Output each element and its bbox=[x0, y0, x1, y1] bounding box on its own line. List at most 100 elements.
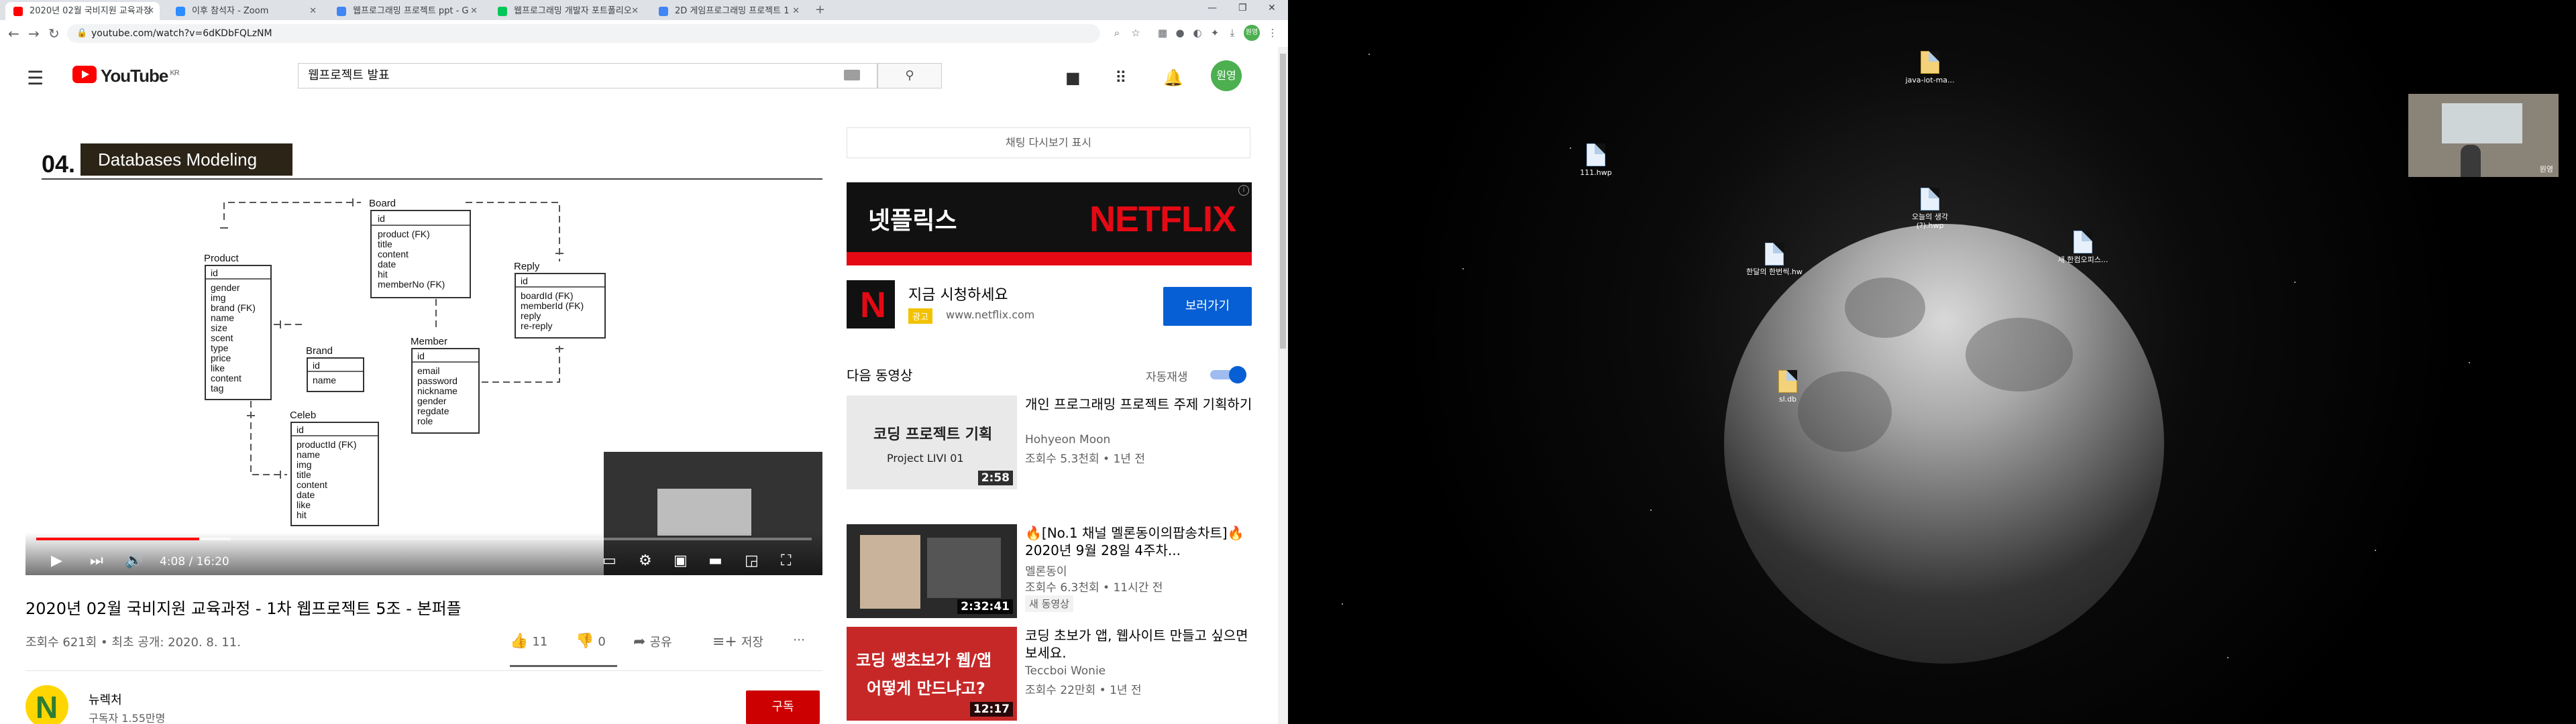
netflix-logo-icon[interactable] bbox=[847, 280, 895, 328]
cast-icon[interactable]: ◲ bbox=[745, 552, 759, 569]
address-bar[interactable]: 🔒 youtube.com/watch?v=6dKDbFQLzNM bbox=[67, 24, 1100, 43]
share-button[interactable]: ➦ 공유 bbox=[633, 633, 672, 650]
apps-grid-icon[interactable]: ⠿ bbox=[1115, 68, 1127, 87]
recommendation-title[interactable]: 개인 프로그래밍 프로젝트 주제 기획하기 bbox=[1025, 396, 1253, 413]
save-button[interactable]: ≡+ 저장 bbox=[712, 633, 763, 650]
miniplayer-icon[interactable]: ▣ bbox=[674, 552, 688, 569]
tab-google-search-2[interactable]: 2D 게임프로그래밍 프로젝트 1 ✕ bbox=[651, 2, 805, 20]
create-video-icon[interactable]: ■ bbox=[1065, 68, 1081, 87]
svg-text:memberNo (FK): memberNo (FK) bbox=[378, 279, 445, 290]
theater-mode-icon[interactable]: ▬ bbox=[708, 552, 722, 569]
svg-text:Member: Member bbox=[411, 336, 447, 347]
channel-name[interactable]: 뉴렉처 bbox=[89, 690, 122, 708]
download-icon[interactable]: ⤓ bbox=[1226, 27, 1238, 39]
user-avatar[interactable]: 원영 bbox=[1211, 60, 1242, 91]
subtitles-icon[interactable]: ▭ bbox=[602, 552, 616, 569]
desktop-file-icon[interactable]: 111.hwp bbox=[1566, 143, 1626, 177]
extension-icon[interactable]: ◐ bbox=[1191, 27, 1203, 39]
bookmark-star-icon[interactable]: ☆ bbox=[1130, 27, 1142, 39]
recommendation-item[interactable]: 2:32:41 🔥[No.1 채널 멜론동이의팝송차트]🔥 2020년 9월 2… bbox=[847, 524, 1256, 625]
minimize-icon[interactable]: — bbox=[1208, 3, 1217, 13]
more-actions-icon[interactable]: ⋯ bbox=[793, 633, 805, 647]
tab-close-icon[interactable]: ✕ bbox=[631, 2, 639, 20]
recommendation-item[interactable]: 코딩 쌩초보가 웹/앱 어떻게 만드냐고? 12:17 코딩 초보가 앱, 웹사… bbox=[847, 627, 1256, 724]
ad-title[interactable]: 지금 시청하세요 bbox=[908, 283, 1008, 304]
recommendation-title[interactable]: 🔥[No.1 채널 멜론동이의팝송차트]🔥 2020년 9월 28일 4주차..… bbox=[1025, 524, 1253, 559]
browser-toolbar: ← → ↻ 🔒 youtube.com/watch?v=6dKDbFQLzNM … bbox=[0, 20, 1288, 48]
close-window-icon[interactable]: ✕ bbox=[1268, 3, 1276, 13]
google-favicon-icon bbox=[659, 7, 668, 16]
reload-icon[interactable]: ↻ bbox=[48, 25, 60, 42]
ad-banner-stripe bbox=[847, 252, 1252, 265]
youtube-logo-text[interactable]: YouTube KR bbox=[101, 66, 180, 86]
volume-icon[interactable]: 🔊 bbox=[125, 552, 143, 569]
recommendation-title[interactable]: 코딩 초보가 앱, 웹사이트 만들고 싶으면 보세요. bbox=[1025, 627, 1253, 662]
star bbox=[1462, 268, 1464, 269]
video-thumbnail[interactable]: 코딩 프로젝트 기획 Project LIVI 01 2:58 bbox=[847, 396, 1017, 489]
svg-text:boardId (FK): boardId (FK) bbox=[521, 290, 574, 301]
fullscreen-icon[interactable]: ⛶ bbox=[781, 552, 791, 569]
like-button[interactable]: 👍 11 bbox=[510, 633, 547, 650]
extension-icon[interactable]: ▦ bbox=[1157, 27, 1169, 39]
extension-icon[interactable]: ● bbox=[1174, 27, 1186, 39]
tab-youtube[interactable]: 2020년 02월 국비지원 교육과정 ✕ bbox=[5, 2, 160, 20]
svg-text:title: title bbox=[297, 469, 311, 480]
star bbox=[1650, 509, 1652, 511]
tab-close-icon[interactable]: ✕ bbox=[147, 2, 154, 20]
video-thumbnail[interactable]: 코딩 쌩초보가 웹/앱 어떻게 만드냐고? 12:17 bbox=[847, 627, 1017, 721]
browser-profile-avatar[interactable]: 원영 bbox=[1244, 25, 1260, 41]
notifications-bell-icon[interactable]: 🔔 bbox=[1163, 68, 1183, 87]
content-divider bbox=[25, 670, 822, 671]
recommendation-item[interactable]: 코딩 프로젝트 기획 Project LIVI 01 2:58 개인 프로그래밍… bbox=[847, 396, 1256, 496]
svg-text:email: email bbox=[417, 365, 439, 376]
tab-zoom[interactable]: 이후 참석자 - Zoom ✕ bbox=[168, 2, 322, 20]
restore-icon[interactable]: ❐ bbox=[1238, 3, 1247, 13]
tab-close-icon[interactable]: ✕ bbox=[792, 2, 800, 20]
forward-icon[interactable]: → bbox=[28, 25, 40, 42]
desktop-file-icon[interactable]: 한달의 한번씩.hw bbox=[1744, 243, 1805, 276]
ad-info-icon[interactable]: i bbox=[1238, 185, 1249, 196]
chat-replay-button[interactable]: 채팅 다시보기 표시 bbox=[847, 127, 1250, 158]
next-video-icon[interactable]: ⏭ bbox=[90, 552, 103, 569]
subscribe-button[interactable]: 구독 bbox=[746, 690, 820, 724]
desktop-file-icon[interactable]: 새 한컴오피스... bbox=[2053, 231, 2113, 264]
video-thumbnail[interactable]: 2:32:41 bbox=[847, 524, 1017, 618]
dislike-button[interactable]: 👎 0 bbox=[576, 633, 606, 650]
page-scrollbar[interactable] bbox=[1278, 47, 1288, 724]
desktop-file-icon[interactable]: java-iot-ma... bbox=[1900, 51, 1960, 84]
scrollbar-thumb[interactable] bbox=[1280, 54, 1286, 349]
zoom-icon[interactable]: ⌕ bbox=[1111, 27, 1123, 39]
desktop-file-icon[interactable]: 오늘의 생각(?).hwp bbox=[1900, 188, 1960, 230]
keyboard-icon[interactable] bbox=[844, 70, 860, 80]
search-button[interactable]: ⚲ bbox=[877, 63, 942, 88]
youtube-logo-icon[interactable] bbox=[72, 66, 97, 83]
back-icon[interactable]: ← bbox=[8, 25, 19, 42]
new-video-badge: 새 동영상 bbox=[1025, 595, 1073, 612]
tab-google-search[interactable]: 웹프로그래밍 프로젝트 ppt - G ✕ bbox=[329, 2, 483, 20]
channel-avatar[interactable] bbox=[25, 685, 68, 724]
player-controls: ▶ ⏭ 🔊 4:08 / 16:20 ▭ ⚙ ▣ ▬ ◲ ⛶ bbox=[25, 532, 822, 575]
tab-close-icon[interactable]: ✕ bbox=[309, 2, 317, 20]
webcam-preview-window[interactable]: 원영 bbox=[2408, 94, 2559, 177]
new-tab-icon[interactable]: + bbox=[815, 3, 825, 17]
svg-text:content: content bbox=[378, 249, 409, 259]
ad-watch-button[interactable]: 보러가기 bbox=[1163, 287, 1252, 326]
svg-text:nickname: nickname bbox=[417, 385, 458, 396]
video-meta: 조회수 621회 • 최초 공개: 2020. 8. 11. bbox=[25, 636, 241, 650]
chrome-menu-icon[interactable]: ⋮ bbox=[1267, 27, 1279, 39]
desktop-file-icon[interactable]: sl.db bbox=[1758, 370, 1818, 404]
tab-naver[interactable]: 웹프로그래밍 개발자 포트폴리오 ✕ bbox=[490, 2, 644, 20]
video-player[interactable]: 04. Databases Modeling Board id product … bbox=[25, 127, 822, 575]
tab-close-icon[interactable]: ✕ bbox=[470, 2, 478, 20]
search-input[interactable]: 웹프로젝트 발표 bbox=[298, 63, 877, 88]
recommendation-channel: 멜론동이 bbox=[1025, 565, 1067, 579]
svg-text:size: size bbox=[211, 322, 227, 333]
hamburger-menu-icon[interactable]: ☰ bbox=[27, 67, 44, 89]
puzzle-extensions-icon[interactable]: ✦ bbox=[1209, 27, 1221, 39]
ad-banner[interactable]: 넷플릭스 NETFLIX i bbox=[847, 182, 1252, 265]
play-icon[interactable]: ▶ bbox=[51, 552, 62, 569]
autoplay-toggle[interactable] bbox=[1208, 366, 1246, 383]
svg-text:Product: Product bbox=[204, 253, 239, 264]
settings-gear-icon[interactable]: ⚙ bbox=[639, 552, 652, 569]
thumbnail-subtext: 어떻게 만드냐고? bbox=[867, 679, 985, 698]
